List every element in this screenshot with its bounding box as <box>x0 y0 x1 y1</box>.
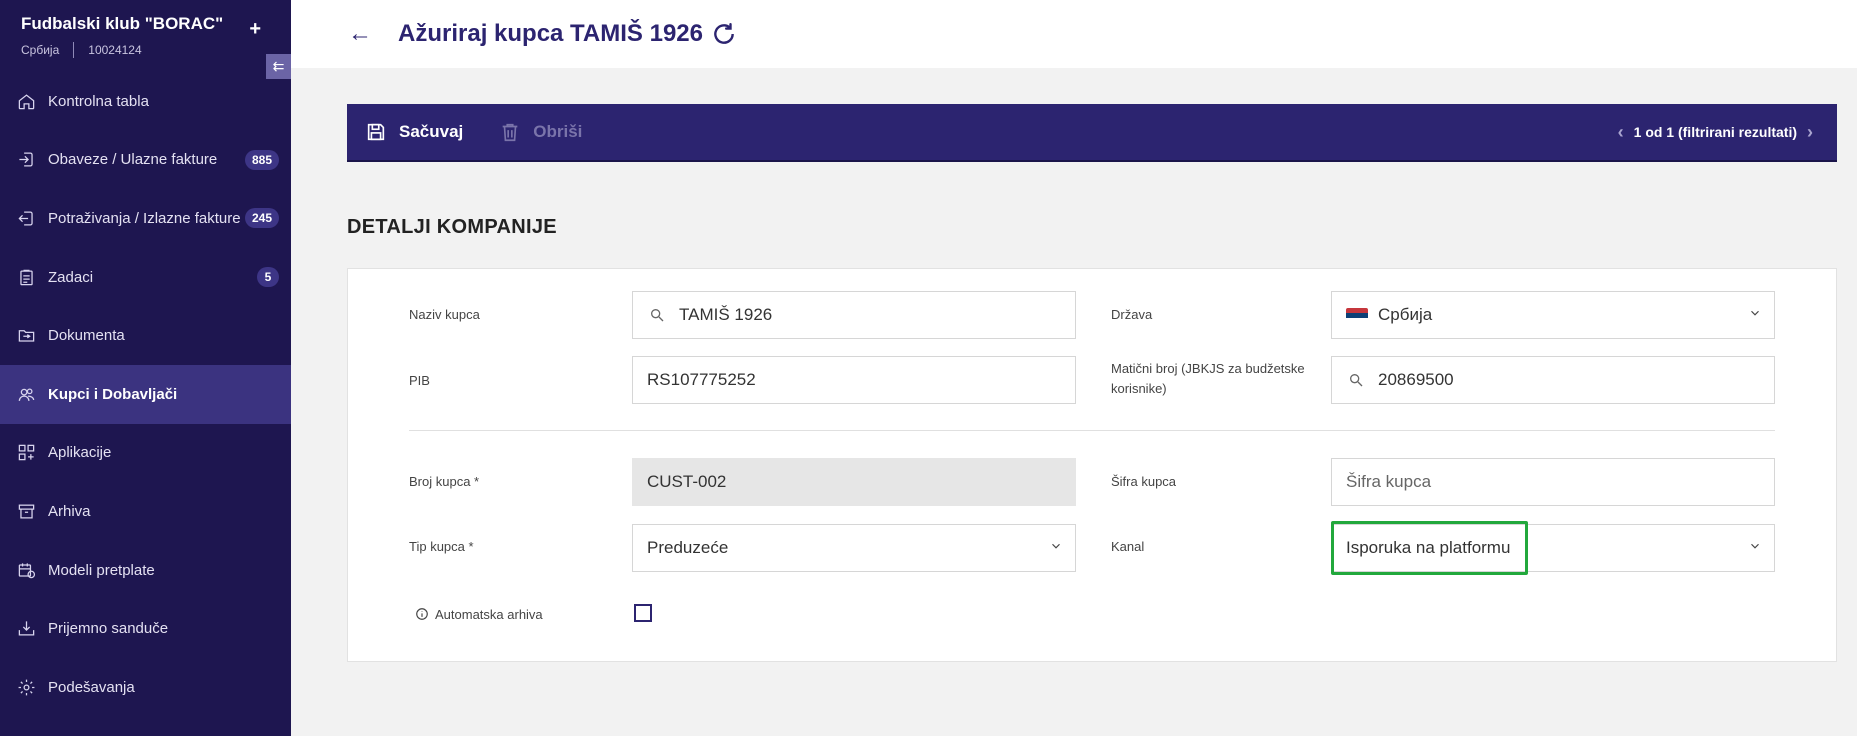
save-label: Sačuvaj <box>399 122 464 141</box>
add-organization-button[interactable]: + <box>249 18 261 41</box>
sidebar-item-label: Arhiva <box>48 502 91 520</box>
sidebar-item-kupci-i-dobavljaci[interactable]: Kupci i Dobavljači <box>0 364 291 424</box>
broj-kupca-value: CUST-002 <box>647 472 727 491</box>
inbox-download-icon <box>16 619 36 639</box>
save-icon <box>367 123 385 141</box>
delete-button[interactable]: Obriši <box>499 121 582 143</box>
folder-sync-icon <box>16 326 36 346</box>
sidebar-item-zadaci[interactable]: Zadaci 5 <box>0 248 291 307</box>
sidebar-item-modeli-pretplate[interactable]: Modeli pretplate <box>0 541 291 600</box>
sidebar-item-label: Dokumenta <box>48 327 125 345</box>
sidebar-item-label: Kontrolna tabla <box>48 92 149 110</box>
organization-country: Србија <box>21 43 60 57</box>
chevron-left-icon[interactable]: ‹ <box>1618 122 1624 143</box>
chevron-down-icon <box>1751 543 1759 549</box>
sidebar-item-label: Zadaci <box>48 268 94 286</box>
sidebar-item-potrazivanja[interactable]: Potraživanja / Izlazne fakture 245 <box>0 189 291 248</box>
sidebar-nav: Kontrolna tabla Obaveze / Ulazne fakture… <box>0 72 291 717</box>
kanal-highlight <box>1331 521 1528 575</box>
pib-value: RS107775252 <box>647 370 756 389</box>
pib-label: PIB <box>409 373 430 388</box>
save-button[interactable]: Sačuvaj <box>365 121 463 143</box>
sidebar-item-label: Prijemno sanduče <box>48 620 169 638</box>
automatska-arhiva-checkbox[interactable] <box>634 604 652 622</box>
sifra-kupca-placeholder: Šifra kupca <box>1346 472 1432 491</box>
page-title: Ažuriraj kupca TAMIŠ 1926 <box>398 20 703 47</box>
sidebar-item-label: Aplikacije <box>48 444 112 462</box>
sidebar-item-label: Potraživanja / Izlazne fakture <box>48 209 241 227</box>
sidebar-item-prijemno-sanduce[interactable]: Prijemno sanduče <box>0 599 291 658</box>
count-badge: 245 <box>244 208 279 229</box>
divider <box>409 430 1775 431</box>
divider <box>73 42 75 58</box>
broj-kupca-input: CUST-002 <box>632 458 1076 506</box>
clipboard-icon <box>16 267 36 287</box>
logout-icon <box>16 208 36 228</box>
sidebar-item-label: Obaveze / Ulazne fakture <box>48 151 218 169</box>
archive-icon <box>16 501 36 521</box>
sidebar-item-obaveze[interactable]: Obaveze / Ulazne fakture 885 <box>0 131 291 190</box>
tip-kupca-value: Preduzeće <box>647 538 729 557</box>
sidebar-item-label: Kupci i Dobavljači <box>48 385 178 403</box>
section-title: DETALJI KOMPANIJE <box>347 216 557 238</box>
search-icon <box>1350 374 1363 387</box>
pib-input[interactable]: RS107775252 <box>632 356 1076 404</box>
sidebar-item-label: Modeli pretplate <box>48 561 155 579</box>
tip-kupca-label: Tip kupca * <box>409 539 474 554</box>
gear-icon <box>16 677 36 697</box>
maticni-broj-input[interactable]: 20869500 <box>1331 356 1775 404</box>
chevron-down-icon <box>1052 543 1060 549</box>
arrow-left-icon[interactable]: ← <box>348 20 372 48</box>
sidebar-item-arhiva[interactable]: Arhiva <box>0 482 291 541</box>
organization-id: 10024124 <box>88 43 142 57</box>
chevron-down-icon <box>1751 310 1759 316</box>
naziv-kupca-value: TAMIŠ 1926 <box>679 305 773 324</box>
home-icon <box>16 91 36 111</box>
refresh-icon[interactable] <box>711 21 737 47</box>
users-icon <box>16 384 36 404</box>
sidebar-item-podesavanja[interactable]: Podešavanja <box>0 658 291 717</box>
drzava-select[interactable]: Србија <box>1331 291 1775 339</box>
sifra-kupca-label: Šifra kupca <box>1111 474 1177 489</box>
sidebar: Fudbalski klub "BORAC" Србија 10024124 +… <box>0 0 291 736</box>
organization-meta: Србија 10024124 <box>21 42 270 58</box>
drzava-label: Država <box>1111 307 1153 322</box>
automatska-arhiva-text: Automatska arhiva <box>435 607 543 622</box>
maticni-broj-value: 20869500 <box>1378 370 1454 389</box>
page-header: ← Ažuriraj kupca TAMIŠ 1926 <box>291 0 1857 68</box>
sidebar-item-kontrolna-tabla[interactable]: Kontrolna tabla <box>0 72 291 131</box>
search-icon <box>651 309 664 322</box>
count-badge: 5 <box>257 267 279 288</box>
count-badge: 885 <box>244 149 279 170</box>
delete-label: Obriši <box>533 122 583 141</box>
organization-header: Fudbalski klub "BORAC" Србија 10024124 + <box>0 0 291 70</box>
serbia-flag-icon <box>1346 307 1368 323</box>
sidebar-item-label: Podešavanja <box>48 678 135 696</box>
calendar-sync-icon <box>16 560 36 580</box>
broj-kupca-label: Broj kupca * <box>409 474 480 489</box>
automatska-arhiva-label: Automatska arhiva <box>415 605 543 625</box>
naziv-kupca-input[interactable]: TAMIŠ 1926 <box>632 291 1076 339</box>
maticni-broj-label: Matični broj (JBKJS za budžetske korisni… <box>1111 361 1305 396</box>
main-content: ← Ažuriraj kupca TAMIŠ 1926 Sačuvaj Obri… <box>291 0 1857 736</box>
organization-name: Fudbalski klub "BORAC" <box>21 14 224 33</box>
company-details-card: Naziv kupca TAMIŠ 1926 Država Србија PIB… <box>347 268 1837 662</box>
info-icon <box>416 608 428 620</box>
sifra-kupca-input[interactable]: Šifra kupca <box>1331 458 1775 506</box>
naziv-kupca-label: Naziv kupca <box>409 307 480 322</box>
sidebar-item-dokumenta[interactable]: Dokumenta <box>0 306 291 365</box>
pager: ‹ 1 od 1 (filtrirani rezultati) › <box>1608 104 1823 160</box>
trash-icon <box>502 123 518 142</box>
drzava-value: Србија <box>1378 305 1433 324</box>
chevron-right-icon[interactable]: › <box>1807 122 1813 143</box>
sidebar-item-aplikacije[interactable]: Aplikacije <box>0 424 291 483</box>
apps-icon <box>16 443 36 463</box>
tip-kupca-select[interactable]: Preduzeće <box>632 524 1076 572</box>
action-toolbar: Sačuvaj Obriši ‹ 1 od 1 (filtrirani rezu… <box>347 104 1837 162</box>
pager-text: 1 od 1 (filtrirani rezultati) <box>1633 124 1797 140</box>
login-icon <box>16 150 36 170</box>
kanal-label: Kanal <box>1111 539 1145 554</box>
